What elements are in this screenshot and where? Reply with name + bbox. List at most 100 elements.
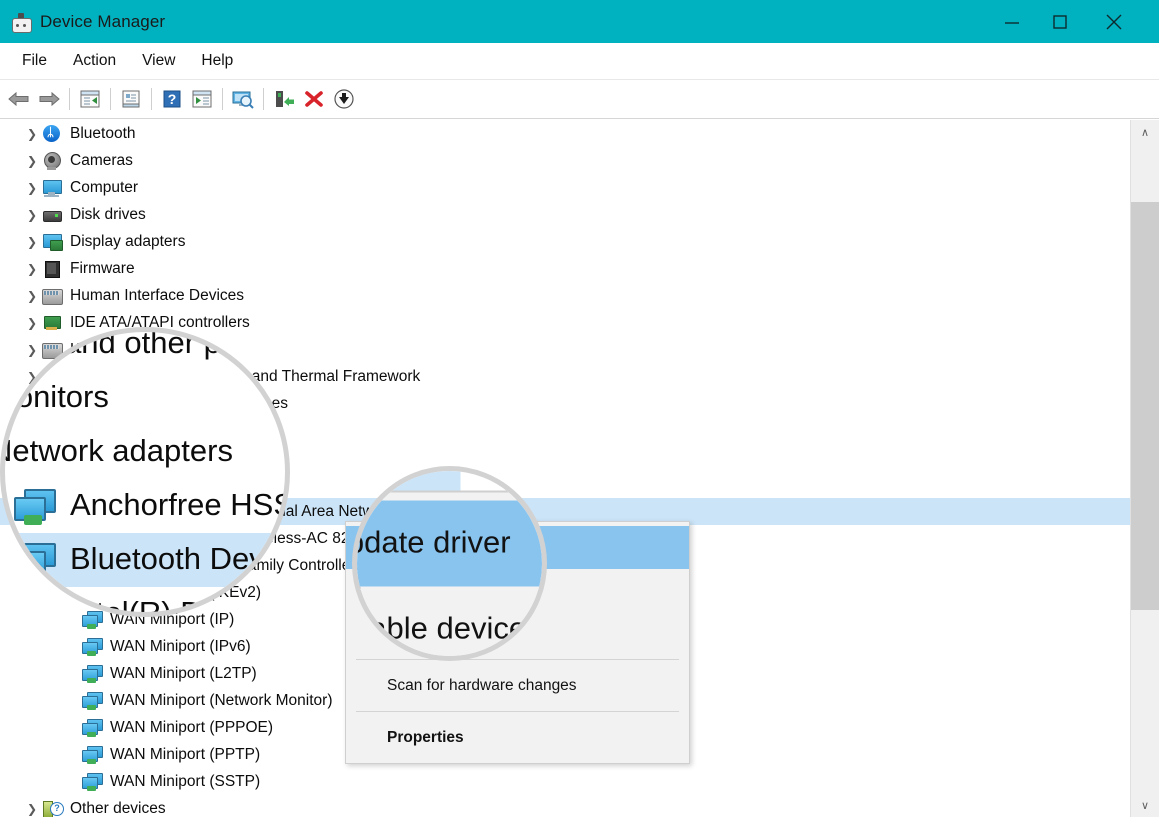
- menu-view[interactable]: View: [129, 43, 188, 79]
- uninstall-device-icon[interactable]: [299, 84, 329, 114]
- magnifier-network-adapters: ❯ᛦBluetooth❯Cameras❯Computer❯Disk drives…: [0, 327, 290, 617]
- tree-row-label: Human Interface Devices: [70, 287, 245, 304]
- minimize-button[interactable]: [989, 0, 1035, 43]
- close-button[interactable]: [1091, 0, 1137, 43]
- tree-row-label: Monitors: [0, 381, 109, 415]
- tree-row-label: Anchorfree HSS Adapter: [70, 489, 290, 523]
- title-bar: Device Manager: [0, 0, 1159, 43]
- network-adapter-icon: [82, 610, 103, 630]
- device-manager-icon: [12, 12, 32, 33]
- chevron-right-icon[interactable]: ❯: [22, 228, 42, 255]
- show-hide-action-pane-icon[interactable]: [187, 84, 217, 114]
- tree-row-label: Disk drives: [70, 206, 146, 223]
- tree-row-label: WAN Miniport (PPPOE): [110, 719, 274, 736]
- tree-row[interactable]: ❯? Other devices: [0, 795, 1131, 817]
- context-menu-separator: [356, 659, 679, 660]
- chevron-right-icon[interactable]: ❯: [22, 147, 42, 174]
- chevron-right-icon[interactable]: ❯: [22, 282, 42, 309]
- tree-row[interactable]: Bluetooth Device (Personal Area Network): [5, 533, 288, 587]
- tree-row[interactable]: WAN Miniport (SSTP): [0, 768, 1131, 795]
- show-hide-console-tree-icon[interactable]: [75, 84, 105, 114]
- toolbar-separator: [110, 88, 111, 110]
- chevron-right-icon: [62, 768, 82, 795]
- tree-row-label: Computer: [70, 179, 139, 196]
- tree-row-label: Bluetooth: [70, 125, 136, 142]
- tree-row-label: Bluetooth Device (Personal Area Network): [70, 543, 288, 577]
- display-adapter-icon: [42, 232, 63, 252]
- network-adapter-icon: [82, 718, 103, 738]
- tree-row-label: WAN Miniport (SSTP): [110, 773, 261, 790]
- bluetooth-icon: ᛦ: [42, 124, 62, 144]
- toolbar-separator: [222, 88, 223, 110]
- network-adapter-icon: [82, 637, 103, 657]
- tree-row[interactable]: ❯Monitors: [0, 371, 285, 425]
- network-adapter-icon: [14, 540, 56, 580]
- scroll-up-button[interactable]: ∧: [1131, 120, 1159, 144]
- menu-file[interactable]: File: [9, 43, 60, 79]
- magnified-content: ❯ᛦBluetooth❯Cameras❯Computer❯Disk drives…: [357, 471, 542, 657]
- tree-row[interactable]: ❯ ᛦ Bluetooth: [0, 120, 1131, 147]
- magnified-content: ❯ᛦBluetooth❯Cameras❯Computer❯Disk drives…: [0, 332, 290, 612]
- context-menu-item-properties[interactable]: Properties: [346, 716, 689, 759]
- vertical-scrollbar[interactable]: ∧ ∨: [1130, 120, 1159, 817]
- update-driver-icon[interactable]: [269, 84, 299, 114]
- magnifier-update-driver: ❯ᛦBluetooth❯Cameras❯Computer❯Disk drives…: [352, 466, 547, 661]
- tree-row[interactable]: ❯ Human Interface Devices: [0, 282, 1131, 309]
- tree-row-label: WAN Miniport (PPTP): [110, 746, 261, 763]
- tree-row[interactable]: ❯ Computer: [0, 174, 1131, 201]
- tree-row[interactable]: ❯Mice and other pointing devices: [5, 332, 285, 371]
- help-icon[interactable]: ?: [157, 84, 187, 114]
- tree-row[interactable]: ❯ Firmware: [0, 255, 1131, 282]
- tree-row-label: Display adapters: [70, 233, 186, 250]
- tree-row-label: Other devices: [70, 800, 166, 817]
- ide-controller-icon: [42, 313, 62, 333]
- menu-action[interactable]: Action: [60, 43, 129, 79]
- tree-row-label: WAN Miniport (L2TP): [110, 665, 257, 682]
- tree-row[interactable]: ❯ Display adapters: [0, 228, 1131, 255]
- scroll-down-button[interactable]: ∨: [1131, 793, 1159, 817]
- context-menu-item-disable-device[interactable]: Disable device: [357, 587, 542, 657]
- chevron-right-icon[interactable]: ❯: [22, 795, 42, 817]
- tree-row-label: WAN Miniport (Network Monitor): [110, 692, 333, 709]
- chevron-right-icon: [62, 741, 82, 768]
- tree-row[interactable]: ❯Network adapters: [5, 425, 285, 479]
- context-menu[interactable]: Update driver Disable device Uninstall d…: [357, 490, 542, 657]
- chevron-right-icon[interactable]: ❯: [22, 201, 42, 228]
- chevron-right-icon[interactable]: ❯: [22, 120, 42, 147]
- forward-icon[interactable]: [34, 84, 64, 114]
- network-adapter-icon: [82, 745, 103, 765]
- other-device-icon: ?: [42, 799, 64, 817]
- menu-help[interactable]: Help: [188, 43, 246, 79]
- properties-icon[interactable]: [116, 84, 146, 114]
- disk-drive-icon: [42, 205, 62, 225]
- svg-text:?: ?: [168, 91, 177, 107]
- back-icon[interactable]: [4, 84, 34, 114]
- scrollbar-thumb[interactable]: [1131, 202, 1159, 610]
- tree-row[interactable]: ❯ Disk drives: [0, 201, 1131, 228]
- toolbar-separator: [69, 88, 70, 110]
- chevron-right-icon: [62, 633, 82, 660]
- disable-device-icon[interactable]: [329, 84, 359, 114]
- maximize-button[interactable]: [1037, 0, 1083, 43]
- chevron-right-icon: [62, 714, 82, 741]
- menu-bar: File Action View Help: [0, 43, 1159, 80]
- window-title: Device Manager: [40, 11, 166, 31]
- context-menu-item-scan-for-hardware-changes[interactable]: Scan for hardware changes: [346, 664, 689, 707]
- toolbar-separator: [263, 88, 264, 110]
- network-adapter-icon: [14, 486, 56, 526]
- camera-icon: [42, 151, 62, 171]
- chevron-right-icon[interactable]: ❯: [22, 255, 42, 282]
- scan-for-hardware-changes-icon[interactable]: [228, 84, 258, 114]
- chevron-right-icon: [62, 660, 82, 687]
- hid-icon: [42, 286, 63, 306]
- tree-row[interactable]: ❯ Cameras: [0, 147, 1131, 174]
- context-menu-item-update-driver[interactable]: Update driver: [357, 500, 542, 587]
- tree-row-label: Firmware: [70, 260, 135, 277]
- toolbar: ?: [0, 80, 1159, 119]
- chevron-right-icon[interactable]: ❯: [22, 174, 42, 201]
- network-adapter-icon: [82, 772, 103, 792]
- device-tree[interactable]: ❯ᛦBluetooth❯Cameras❯Computer❯Disk drives…: [0, 332, 290, 612]
- tree-row[interactable]: Anchorfree HSS Adapter: [5, 479, 290, 533]
- context-menu-separator: [356, 711, 679, 712]
- network-adapter-icon: [82, 664, 103, 684]
